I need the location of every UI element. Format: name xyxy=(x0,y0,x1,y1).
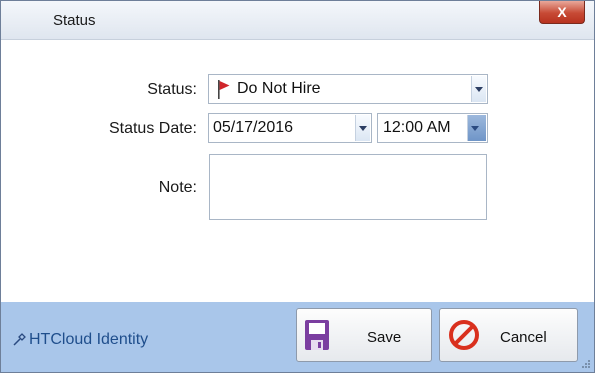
status-value: Do Not Hire xyxy=(237,80,321,97)
chevron-down-icon[interactable] xyxy=(471,76,486,102)
status-dropdown[interactable]: Do Not Hire xyxy=(208,74,488,104)
note-label: Note: xyxy=(158,179,197,196)
close-button[interactable]: X xyxy=(539,1,585,24)
status-date-picker[interactable]: 05/17/2016 xyxy=(208,113,372,143)
title-bar: Status X xyxy=(1,1,594,40)
cancel-icon xyxy=(449,320,479,350)
save-button-label: Save xyxy=(367,329,402,346)
calendar-dropdown-icon[interactable] xyxy=(355,115,370,141)
status-label: Status: xyxy=(147,81,197,98)
status-time-value: 12:00 AM xyxy=(383,119,451,136)
status-time-picker[interactable]: 12:00 AM xyxy=(377,113,488,143)
dialog-footer: HTCloud Identity Save Cancel xyxy=(1,302,594,372)
pin-icon xyxy=(13,333,26,346)
identity-label: HTCloud Identity xyxy=(13,331,148,349)
window-title: Status xyxy=(53,12,96,29)
save-button[interactable]: Save xyxy=(296,308,432,362)
cancel-button[interactable]: Cancel xyxy=(439,308,578,362)
identity-text: HTCloud Identity xyxy=(29,331,149,348)
status-date-value: 05/17/2016 xyxy=(213,119,294,136)
flag-icon xyxy=(218,80,230,99)
resize-grip-icon[interactable] xyxy=(581,359,591,369)
note-textarea[interactable] xyxy=(209,154,487,220)
cancel-button-label: Cancel xyxy=(500,329,547,346)
status-date-label: Status Date: xyxy=(108,120,197,137)
status-dialog: Status X Status: Do Not Hire Status Date… xyxy=(0,0,595,373)
floppy-disk-icon xyxy=(305,320,329,350)
time-dropdown-icon[interactable] xyxy=(467,115,486,141)
